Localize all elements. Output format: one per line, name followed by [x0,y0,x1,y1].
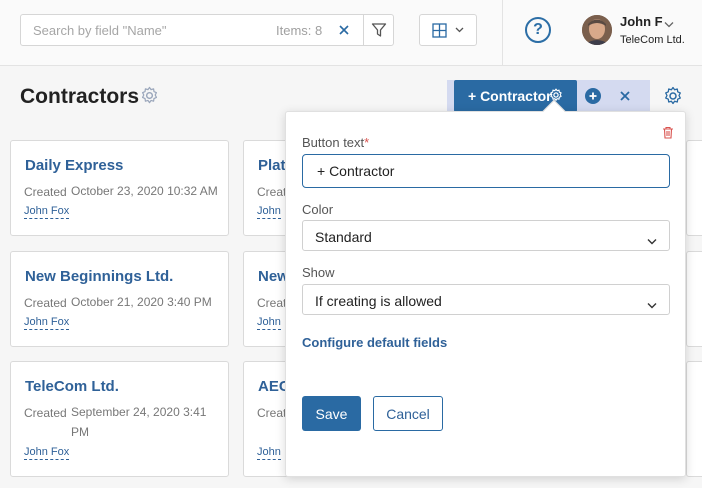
card-created-value: October 23, 2020 10:32 AM [71,184,218,198]
page-title: Contractors [20,85,140,108]
filter-icon [371,23,387,37]
card-name: Daily Express [25,157,124,174]
help-icon: ? [533,21,543,38]
card-created-label: Creat [257,296,287,310]
card-author-link[interactable]: John [257,316,281,330]
help-button[interactable]: ? [525,17,551,43]
show-select-value: If creating is allowed [315,293,442,309]
card-name: Plat [258,157,286,174]
list-settings-button[interactable] [663,86,683,111]
configure-default-fields-link[interactable]: Configure default fields [302,335,447,350]
contractor-card[interactable]: TeleCom Ltd. Created September 24, 2020 … [10,361,229,477]
avatar-image [582,15,612,45]
button-settings-popover: Button text* Color Standard Show If crea… [285,111,686,477]
user-menu-chevron[interactable] [664,15,674,33]
card-name: New Beginnings Ltd. [25,268,174,285]
page-settings-button[interactable] [140,86,159,110]
clear-search-button[interactable] [331,18,357,42]
card-created-label: Created [24,296,67,310]
view-mode-button[interactable] [419,14,477,46]
trash-icon [663,126,673,139]
chevron-down-icon [455,27,464,33]
show-label: Show [302,265,335,280]
close-icon [620,91,630,101]
search-box: Items: 8 [20,14,394,46]
card-created-label: Created [24,406,67,420]
search-input[interactable] [21,15,271,45]
card-created-value: October 21, 2020 3:40 PM [71,295,212,309]
filter-button[interactable] [363,15,394,45]
card-created-label: Creat [257,406,287,420]
user-company: TeleCom Ltd. [620,34,685,46]
add-circle-icon [589,92,597,100]
chevron-down-icon [647,232,657,250]
required-mark: * [364,135,370,150]
chevron-down-icon [664,22,674,28]
card-author-link[interactable]: John Fox [24,205,70,219]
contractor-card[interactable]: New Beginnings Ltd. Created October 21, … [10,251,229,347]
user-name[interactable]: John F [620,14,663,29]
color-label: Color [302,202,334,217]
card-created-value: September 24, 2020 3:41 PM [71,405,207,439]
header-divider [502,0,503,66]
delete-button[interactable] [662,126,674,144]
add-contractor-label: + Contractor [468,88,552,104]
card-created-label: Created [24,185,67,199]
card-author-link[interactable]: John [257,205,281,219]
items-count: Items: 8 [276,23,323,38]
add-button-icon[interactable] [585,88,601,104]
grid-view-icon [432,22,447,38]
show-select[interactable]: If creating is allowed [302,284,670,315]
button-text-label-text: Button text [302,135,365,150]
button-text-label: Button text* [302,135,369,150]
gear-icon [550,88,562,101]
card-created-label: Creat [257,185,287,199]
contractor-card[interactable] [686,251,702,347]
color-select[interactable]: Standard [302,220,670,251]
card-author-link[interactable]: John Fox [24,446,70,460]
gear-icon [665,86,681,105]
color-select-value: Standard [315,229,372,245]
save-button[interactable]: Save [302,396,361,431]
cancel-button[interactable]: Cancel [373,396,443,431]
gear-icon [141,86,158,104]
contractor-card[interactable] [686,140,702,236]
top-bar: Items: 8 ? John F TeleCom Ltd. [0,0,702,66]
contractor-card[interactable]: Daily Express Created October 23, 2020 1… [10,140,229,236]
close-icon [339,25,349,35]
chevron-down-icon [647,296,657,314]
card-author-link[interactable]: John Fox [24,316,70,330]
card-author-link[interactable]: John [257,446,281,460]
button-text-field[interactable] [302,154,670,188]
card-name: TeleCom Ltd. [25,378,119,395]
avatar[interactable] [582,15,612,45]
close-bar-button[interactable] [617,88,633,109]
contractor-card[interactable] [686,361,702,477]
